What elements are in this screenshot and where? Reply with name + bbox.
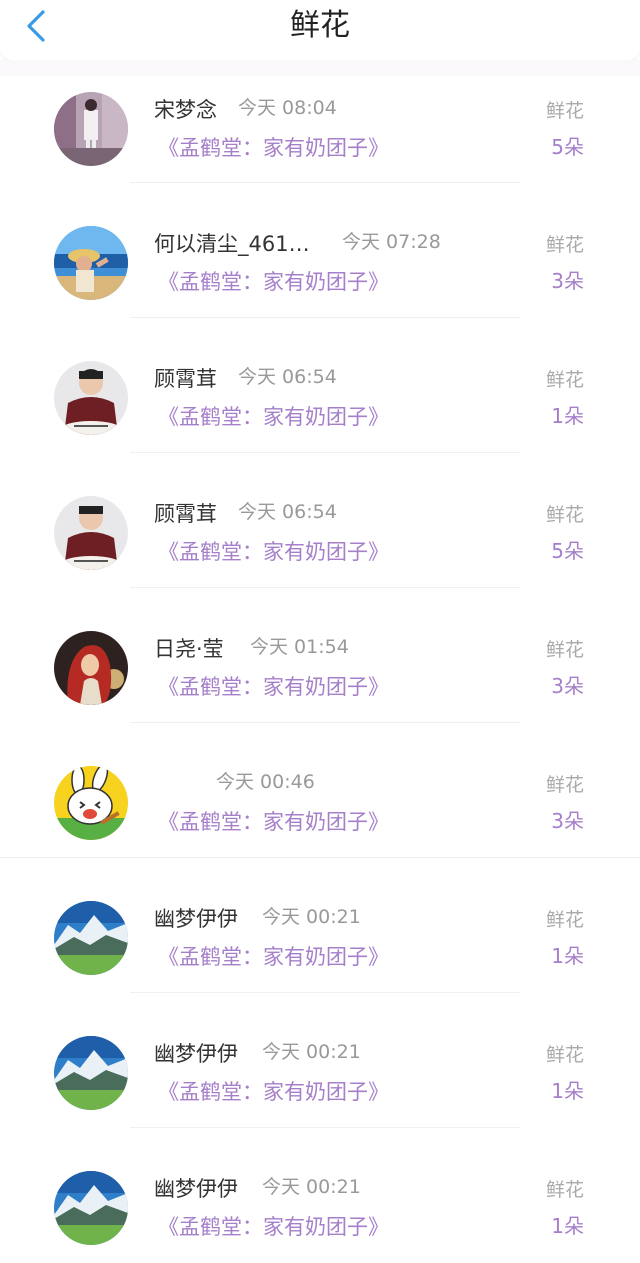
book-title-link[interactable]: 《孟鹤堂：家有奶团子》	[158, 1213, 389, 1241]
gift-type: 鲜花	[545, 1044, 584, 1066]
book-title-link[interactable]: 《孟鹤堂：家有奶团子》	[158, 403, 389, 431]
timestamp: 今天 00:21	[262, 1176, 361, 1198]
avatar[interactable]	[54, 361, 128, 435]
user-name: 顾霄茸	[154, 502, 217, 526]
book-title-link[interactable]: 《孟鹤堂：家有奶团子》	[158, 1078, 389, 1106]
avatar-person-photo-icon	[54, 496, 128, 570]
gift-count: 5朵	[551, 135, 584, 159]
timestamp: 今天 06:54	[238, 501, 337, 523]
page-title: 鲜花	[290, 8, 350, 43]
book-title-link[interactable]: 《孟鹤堂：家有奶团子》	[158, 943, 389, 971]
avatar-beach-photo-icon	[54, 226, 128, 300]
avatar[interactable]	[54, 92, 128, 166]
timestamp: 今天 06:54	[238, 366, 337, 388]
timestamp: 今天 00:46	[216, 771, 315, 793]
gift-count: 3朵	[551, 809, 584, 833]
timestamp: 今天 00:21	[262, 1041, 361, 1063]
book-title-link[interactable]: 《孟鹤堂：家有奶团子》	[158, 268, 389, 296]
gift-count: 1朵	[551, 1214, 584, 1238]
gift-type: 鲜花	[545, 909, 584, 931]
avatar[interactable]	[54, 496, 128, 570]
gift-count: 3朵	[551, 269, 584, 293]
user-name: 幽梦伊伊	[154, 1042, 238, 1066]
avatar[interactable]	[54, 631, 128, 705]
gift-count: 1朵	[551, 944, 584, 968]
gift-type: 鲜花	[545, 369, 584, 391]
gift-count: 5朵	[551, 539, 584, 563]
user-name: 幽梦伊伊	[154, 907, 238, 931]
list-item[interactable]: 顾霄茸 今天 06:54 《孟鹤堂：家有奶团子》 鲜花 5朵	[0, 453, 640, 588]
avatar[interactable]	[54, 1036, 128, 1110]
avatar[interactable]	[54, 226, 128, 300]
top-bar: 鲜花	[0, 0, 640, 61]
list-item[interactable]: 幽梦伊伊 今天 00:21 《孟鹤堂：家有奶团子》 鲜花 1朵	[0, 858, 640, 993]
user-name: 日尧·莹	[154, 637, 224, 661]
gift-type: 鲜花	[545, 1179, 584, 1201]
list-item[interactable]: 幽梦伊伊 今天 00:21 《孟鹤堂：家有奶团子》 鲜花 1朵	[0, 1128, 640, 1263]
gift-type: 鲜花	[545, 504, 584, 526]
book-title-link[interactable]: 《孟鹤堂：家有奶团子》	[158, 808, 389, 836]
user-name: 宋梦念	[154, 98, 217, 122]
user-name: 何以清尘_461…	[154, 232, 310, 256]
avatar-mountain-photo-icon	[54, 901, 128, 975]
timestamp: 今天 01:54	[250, 636, 349, 658]
gift-record-list: 宋梦念 今天 08:04 《孟鹤堂：家有奶团子》 鲜花 5朵 何以清尘_461……	[0, 76, 640, 1263]
avatar-person-photo-icon	[54, 361, 128, 435]
gift-type: 鲜花	[545, 100, 584, 122]
list-item[interactable]: 今天 00:46 《孟鹤堂：家有奶团子》 鲜花 3朵	[0, 723, 640, 858]
gift-type: 鲜花	[545, 774, 584, 796]
list-item[interactable]: 何以清尘_461… 今天 07:28 《孟鹤堂：家有奶团子》 鲜花 3朵	[0, 183, 640, 318]
header-shadow-band	[0, 60, 640, 76]
avatar[interactable]	[54, 901, 128, 975]
timestamp: 今天 08:04	[238, 97, 337, 119]
gift-count: 1朵	[551, 1079, 584, 1103]
avatar-red-hair-art-icon	[54, 631, 128, 705]
book-title-link[interactable]: 《孟鹤堂：家有奶团子》	[158, 673, 389, 701]
gift-count: 3朵	[551, 674, 584, 698]
avatar[interactable]	[54, 1171, 128, 1245]
avatar-mountain-photo-icon	[54, 1171, 128, 1245]
list-item[interactable]: 宋梦念 今天 08:04 《孟鹤堂：家有奶团子》 鲜花 5朵	[0, 76, 640, 183]
avatar[interactable]	[54, 766, 128, 840]
book-title-link[interactable]: 《孟鹤堂：家有奶团子》	[158, 538, 389, 566]
gift-type: 鲜花	[545, 639, 584, 661]
book-title-link[interactable]: 《孟鹤堂：家有奶团子》	[158, 134, 389, 162]
gift-count: 1朵	[551, 404, 584, 428]
user-name: 顾霄茸	[154, 367, 217, 391]
list-item[interactable]: 幽梦伊伊 今天 00:21 《孟鹤堂：家有奶团子》 鲜花 1朵	[0, 993, 640, 1128]
user-name: 幽梦伊伊	[154, 1177, 238, 1201]
avatar-room-photo-icon	[54, 92, 128, 166]
list-item[interactable]: 日尧·莹 今天 01:54 《孟鹤堂：家有奶团子》 鲜花 3朵	[0, 588, 640, 723]
gift-type: 鲜花	[545, 234, 584, 256]
timestamp: 今天 00:21	[262, 906, 361, 928]
avatar-mountain-photo-icon	[54, 1036, 128, 1110]
list-item[interactable]: 顾霄茸 今天 06:54 《孟鹤堂：家有奶团子》 鲜花 1朵	[0, 318, 640, 453]
timestamp: 今天 07:28	[342, 231, 441, 253]
avatar-cartoon-rabbit-icon	[54, 766, 128, 840]
